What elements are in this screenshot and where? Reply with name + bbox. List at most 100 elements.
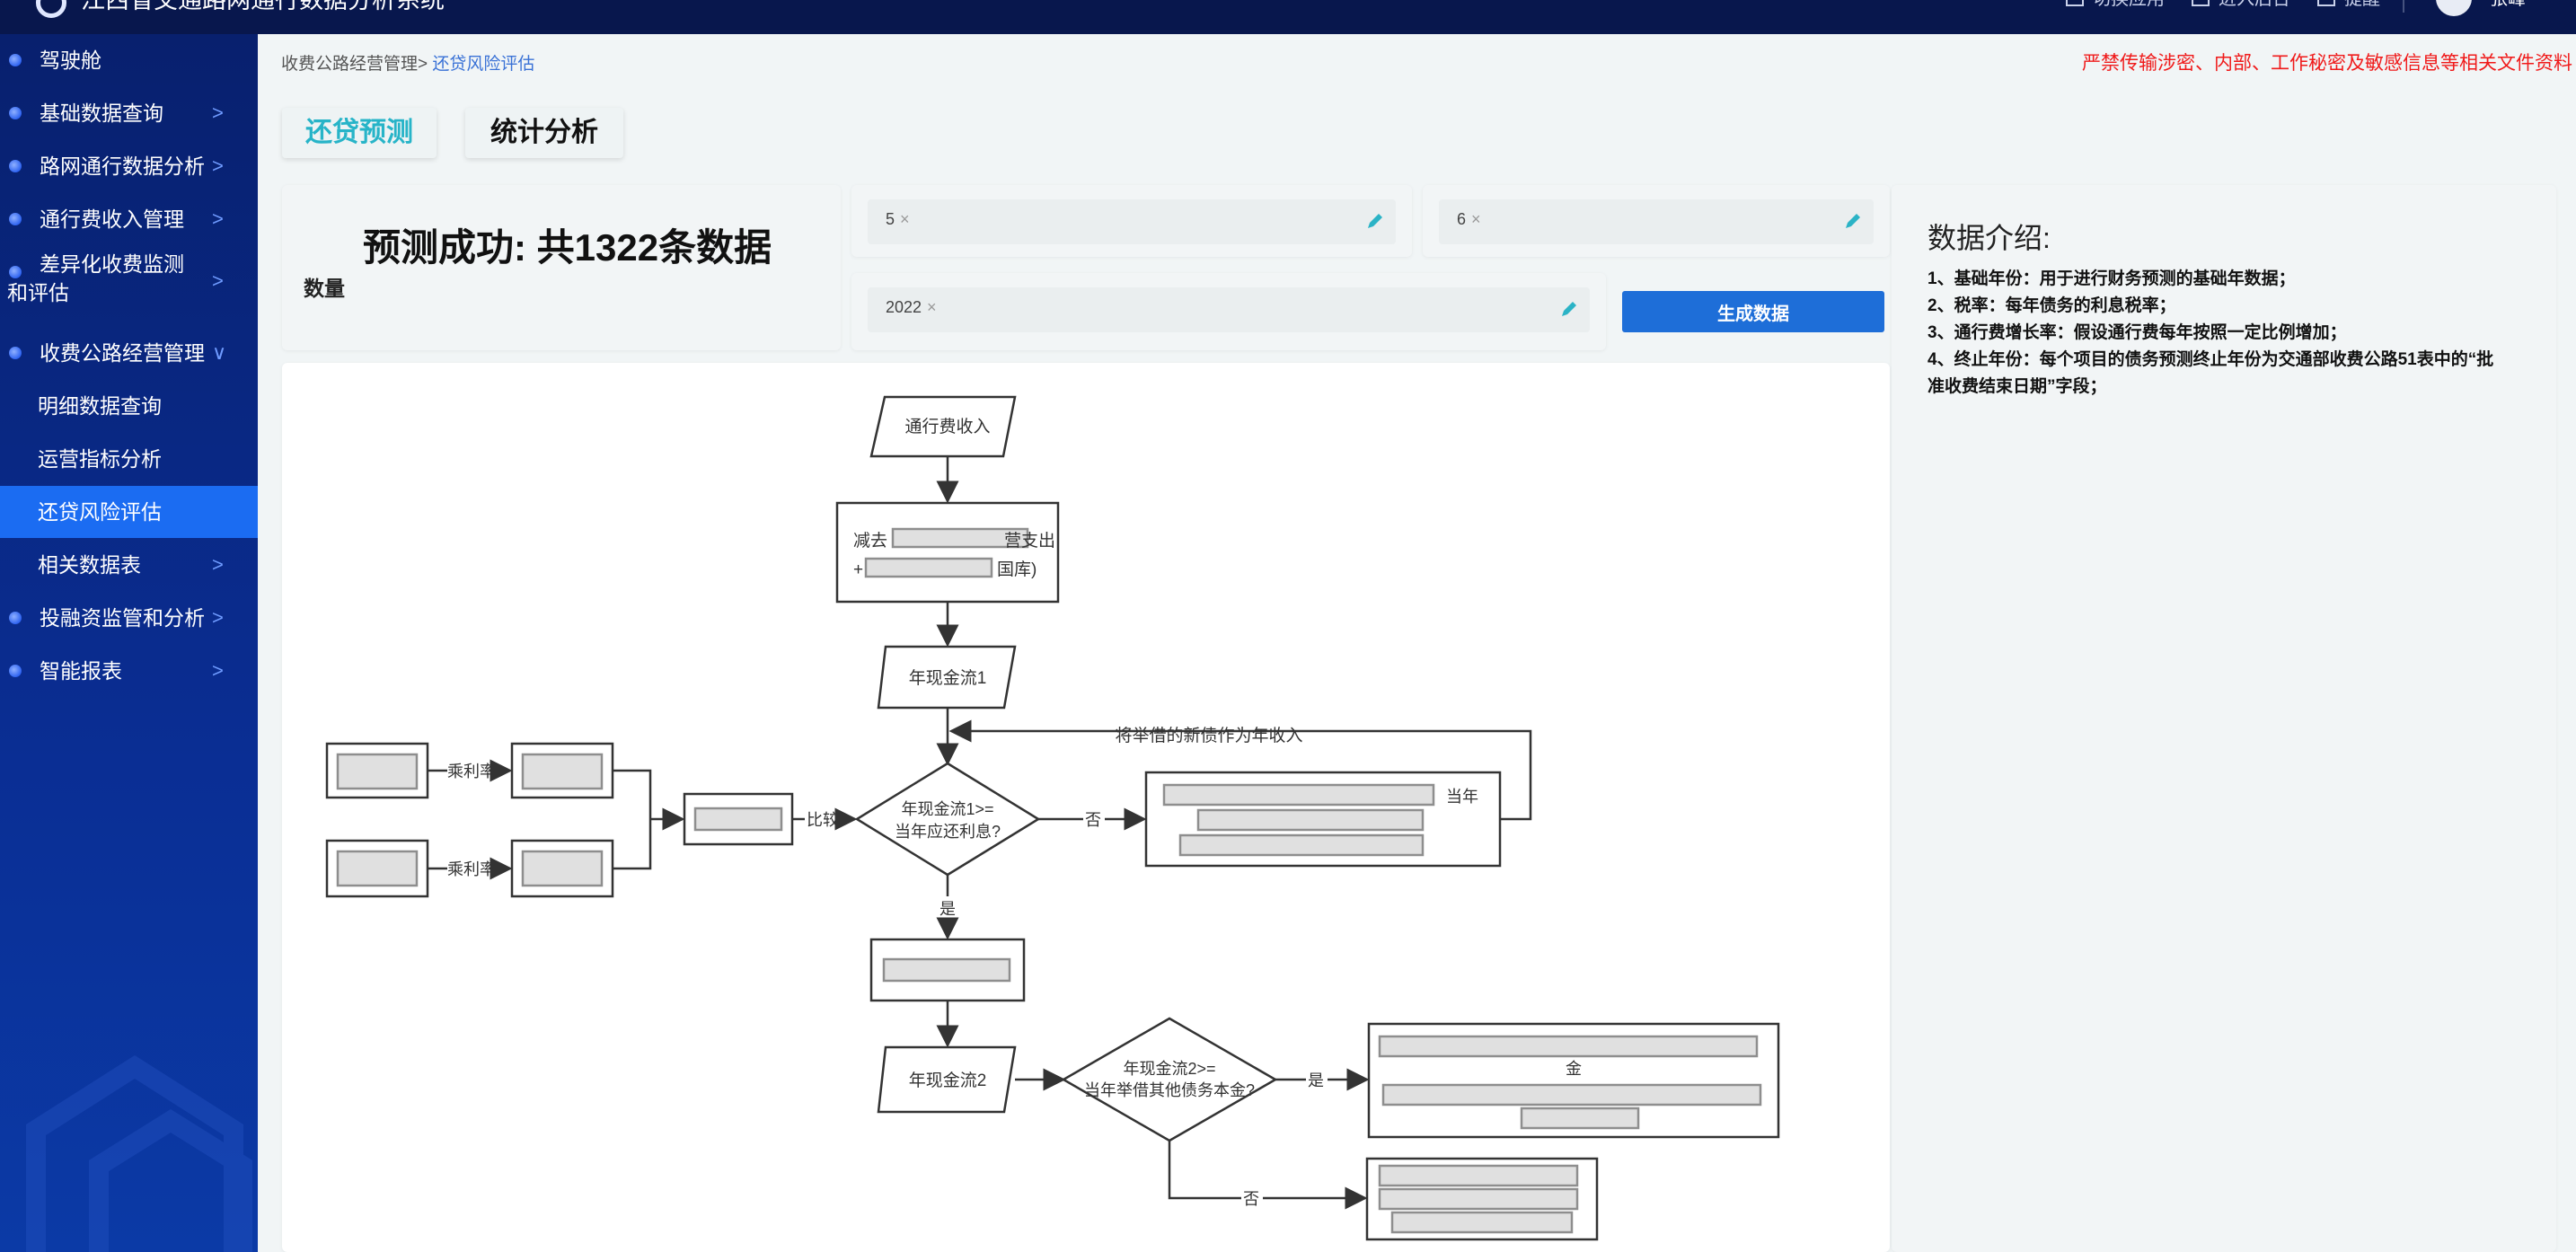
tax-rate-select[interactable]: 5 × [868, 199, 1396, 244]
flow-label: 年现金流2 [909, 1071, 987, 1090]
base-year-select[interactable]: 2022 × [868, 287, 1590, 332]
intro-title: 数据介绍: [1928, 222, 2051, 254]
blurred-text [521, 850, 604, 887]
switch-app-icon [2066, 0, 2084, 6]
top-divider [2403, 0, 2404, 13]
blurred-text [336, 850, 419, 887]
flow-edge [613, 769, 652, 870]
growth-rate-tag: 6 × [1457, 210, 1481, 228]
sidebar-item-basic-query[interactable]: 基础数据查询 > [0, 87, 258, 139]
sidebar-item-toll-income[interactable]: 通行费收入管理 > [0, 193, 258, 245]
chevron-down-icon: ∨ [212, 341, 227, 364]
flow-label: 当年 [1446, 788, 1478, 806]
flow-decision-1 [854, 762, 1041, 877]
blurred-text [1381, 1083, 1762, 1107]
sidebar-item-cockpit[interactable]: 驾驶舱 [0, 34, 258, 86]
intro-item: 2、税率：每年债务的利息税率； [1928, 296, 2176, 315]
flow-label: 通行费收入 [904, 417, 990, 436]
intro-list: 1、基础年份：用于进行财务预测的基础年数据； 2、税率：每年债务的利息税率； 3… [1928, 266, 2502, 401]
smart-reports-icon [9, 665, 22, 677]
sidebar-item-differential-toll[interactable]: 差异化收费监测和评估 > [0, 246, 258, 318]
blurred-text [1378, 1164, 1579, 1187]
growth-rate-select[interactable]: 6 × [1439, 199, 1874, 244]
sidebar-item-repayment-risk[interactable]: 还贷风险评估 [0, 486, 258, 538]
edit-pen-icon[interactable] [1365, 211, 1385, 231]
flow-label: 年现金流1 [909, 668, 987, 688]
generate-data-button[interactable]: 生成数据 [1622, 291, 1884, 332]
edit-pen-icon[interactable] [1559, 299, 1579, 319]
remove-tag-icon[interactable]: × [927, 298, 937, 316]
flow-label: 是 [940, 900, 956, 918]
blurred-text [1196, 808, 1425, 832]
flow-label: 否 [1243, 1190, 1259, 1208]
result-subtitle: 数量 [304, 277, 345, 300]
intro-item: 4、终止年份：每个项目的债务预测终止年份为交通部收费公路51表中的“批准收费结束… [1928, 350, 2494, 396]
username[interactable]: 张峰 [2490, 0, 2526, 9]
blurred-text [521, 753, 604, 790]
tax-rate-tag: 5 × [886, 210, 910, 228]
chevron-right-icon: > [212, 207, 224, 230]
sidebar-item-toll-road-management[interactable]: 收费公路经营管理 ∨ [0, 327, 258, 379]
sidebar-item-investment-supervision[interactable]: 投融资监管和分析 > [0, 592, 258, 644]
chevron-right-icon: > [212, 154, 224, 177]
flow-label: + [853, 560, 863, 579]
flow-node-expense [835, 501, 1060, 604]
blurred-text [336, 753, 419, 790]
remove-tag-icon[interactable]: × [1471, 210, 1481, 228]
flowchart-panel: 通行费收入 减去 营支出 + 国库) 年现金流1 将举借的新债作为年收入 乘利率… [282, 363, 1890, 1252]
growth-rate-card: 6 × [1423, 185, 1890, 257]
blurred-text [1390, 1211, 1574, 1234]
sidebar-decoration [26, 1054, 252, 1252]
result-title: 预测成功: 共1322条数据 [363, 226, 772, 269]
edit-pen-icon[interactable] [1843, 211, 1863, 231]
flow-label: 年现金流1>= [901, 800, 993, 818]
flow-edge [1168, 1141, 1241, 1200]
flow-label: 否 [1085, 811, 1101, 829]
chevron-right-icon: > [212, 606, 224, 629]
breadcrumb-parent[interactable]: 收费公路经营管理> [281, 55, 428, 74]
chevron-right-icon: > [212, 269, 224, 292]
toll-road-management-icon [9, 347, 22, 359]
app-title: 江西省交通路网通行数据分析系统 [81, 0, 445, 13]
flow-label: 国库) [997, 560, 1037, 579]
tab-statistical-analysis[interactable]: 统计分析 [465, 108, 623, 158]
sidebar-item-detail-query[interactable]: 明细数据查询 [0, 380, 258, 432]
blurred-text [1378, 1187, 1579, 1211]
flow-label: 是 [1308, 1071, 1324, 1089]
flow-label: 营支出 [1004, 531, 1055, 551]
breadcrumb: 收费公路经营管理> 还贷风险评估 [281, 50, 534, 75]
basic-query-icon [9, 107, 22, 119]
flow-label: 乘利率 [447, 763, 496, 780]
sidebar-item-traffic-analysis[interactable]: 路网通行数据分析 > [0, 140, 258, 192]
sidebar-item-related-tables[interactable]: 相关数据表 > [0, 539, 258, 591]
flow-label: 年现金流2>= [1123, 1060, 1215, 1078]
blurred-text [1520, 1107, 1640, 1130]
switch-app-button[interactable]: 切换应用 [2066, 0, 2165, 9]
top-bar: 江西省交通路网通行数据分析系统 切换应用 进入后台 提醒 张峰 [0, 0, 2576, 34]
blurred-text [864, 557, 993, 578]
avatar[interactable] [2436, 0, 2472, 16]
flow-label: 当年应还利息? [895, 823, 1001, 841]
base-year-tag: 2022 × [886, 298, 937, 316]
sidebar-item-operation-indicators[interactable]: 运营指标分析 [0, 433, 258, 485]
reminder-button[interactable]: 提醒 [2317, 0, 2380, 9]
backend-button[interactable]: 进入后台 [2192, 0, 2290, 9]
reminder-icon [2317, 0, 2335, 6]
sidebar: 驾驶舱 基础数据查询 > 路网通行数据分析 > 通行费收入管理 > 差异化收费监… [0, 34, 258, 1252]
tax-rate-card: 5 × [851, 185, 1412, 257]
flow-label: 将举借的新债作为年收入 [1115, 726, 1302, 745]
blurred-text [693, 807, 783, 832]
flow-label: 比较 [807, 811, 839, 829]
base-year-card: 2022 × [851, 273, 1606, 350]
chevron-right-icon: > [212, 101, 224, 124]
sidebar-item-smart-reports[interactable]: 智能报表 > [0, 645, 258, 697]
toll-income-icon [9, 213, 22, 225]
tab-repayment-forecast[interactable]: 还贷预测 [282, 108, 437, 158]
remove-tag-icon[interactable]: × [900, 210, 910, 228]
blurred-text [1178, 833, 1425, 857]
investment-icon [9, 612, 22, 624]
data-intro-card: 数据介绍: 1、基础年份：用于进行财务预测的基础年数据； 2、税率：每年债务的利… [1892, 185, 2556, 1252]
traffic-analysis-icon [9, 160, 22, 172]
flow-label: 当年举借其他债务本金? [1084, 1081, 1255, 1099]
flow-label: 减去 [853, 531, 887, 551]
